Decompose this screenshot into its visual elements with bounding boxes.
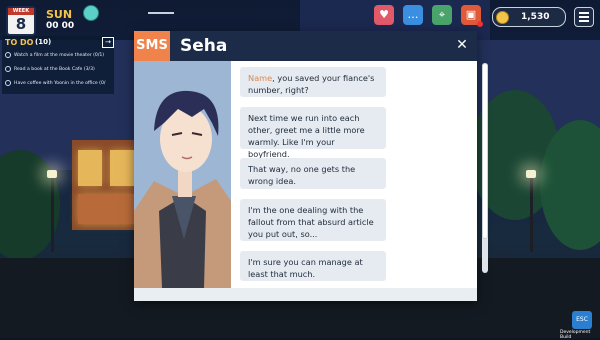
hamburger-menu-icon: [579, 16, 589, 18]
shop-door: [78, 194, 134, 224]
map-icon[interactable]: ⌖: [432, 5, 452, 25]
hamburger-menu-icon: [579, 12, 589, 14]
todo-item: Have coffee with Yoonin in the office (0…: [5, 79, 105, 88]
time-display: 00 00: [46, 21, 75, 31]
message-bubble: Name, you saved your fiance's number, ri…: [240, 67, 386, 97]
chat-messages[interactable]: Name, you saved your fiance's number, ri…: [232, 61, 477, 293]
contact-portrait: [134, 61, 231, 288]
message-bubble: I'm the one dealing with the fallout fro…: [240, 199, 386, 241]
menu-button[interactable]: [574, 7, 594, 27]
shop-front: [72, 140, 142, 230]
todo-panel: TO DO (10) → Watch a film at the movie t…: [2, 36, 114, 94]
todo-check-icon: [5, 79, 11, 86]
sms-dialog: SMS Seha ✕ Name, you saved your fiance's…: [134, 31, 488, 301]
gift-icon[interactable]: ▣: [461, 5, 483, 27]
todo-item: Watch a film at the movie theater (0/1): [5, 51, 104, 60]
todo-item-text: Watch a film at the movie theater (0/1): [14, 53, 105, 58]
lamp-light: [47, 170, 57, 178]
message-bubble: I'm sure you can manage at least that mu…: [240, 251, 386, 281]
weather-face-icon: [83, 5, 99, 21]
day-name: SUN: [46, 8, 73, 21]
shop-window: [110, 150, 134, 186]
todo-item: Read a book at the Book Cafe (3/3): [5, 65, 95, 74]
contact-name: Seha: [180, 36, 228, 56]
message-text: Next time we run into each other, greet …: [248, 113, 365, 159]
message-text: I'm the one dealing with the fallout fro…: [248, 205, 374, 239]
sms-header: SMS Seha ✕: [134, 31, 477, 61]
week-number: 8: [15, 15, 27, 33]
todo-title: TO DO: [5, 38, 34, 47]
scrollbar-thumb[interactable]: [482, 63, 488, 239]
player-name: Name: [248, 73, 273, 83]
message-bubble: That way, no one gets the wrong idea.: [240, 158, 386, 189]
todo-check-icon: [5, 65, 11, 72]
week-calendar-badge: WEEK 8: [6, 6, 36, 36]
street-lamp: [51, 176, 54, 252]
chat-scrollbar[interactable]: [482, 63, 488, 273]
hamburger-menu-icon: [579, 20, 589, 22]
sms-badge: SMS: [134, 31, 170, 61]
message-text: I'm sure you can manage at least that mu…: [248, 257, 363, 279]
lamp-light: [526, 170, 536, 178]
message-bubble: Next time we run into each other, greet …: [240, 107, 386, 159]
street-lamp: [530, 176, 533, 252]
money-display: 1,530: [492, 7, 566, 27]
sms-footer: [134, 288, 477, 301]
todo-item-text: Read a book at the Book Cafe (3/3): [14, 67, 95, 72]
development-build-label: Development Build: [560, 330, 591, 340]
coin-icon: [496, 11, 509, 24]
message-text: That way, no one gets the wrong idea.: [248, 164, 356, 186]
esc-button[interactable]: ESC: [572, 311, 592, 329]
money-value: 1,530: [521, 12, 550, 22]
shop-window: [78, 150, 102, 186]
todo-count: (10): [35, 38, 52, 46]
week-label: WEEK: [8, 8, 34, 15]
todo-check-icon: [5, 51, 11, 58]
heart-card-icon[interactable]: ♥: [374, 5, 394, 25]
notification-dot-icon: [477, 21, 483, 27]
todo-collapse-arrow-icon[interactable]: →: [102, 37, 114, 48]
close-button[interactable]: ✕: [454, 37, 470, 53]
chat-bubble-icon[interactable]: …: [403, 5, 423, 25]
top-indicator-bar: [148, 12, 174, 14]
todo-item-text: Have coffee with Yoonin in the office (0…: [14, 81, 106, 86]
character-portrait-art: [134, 61, 231, 288]
